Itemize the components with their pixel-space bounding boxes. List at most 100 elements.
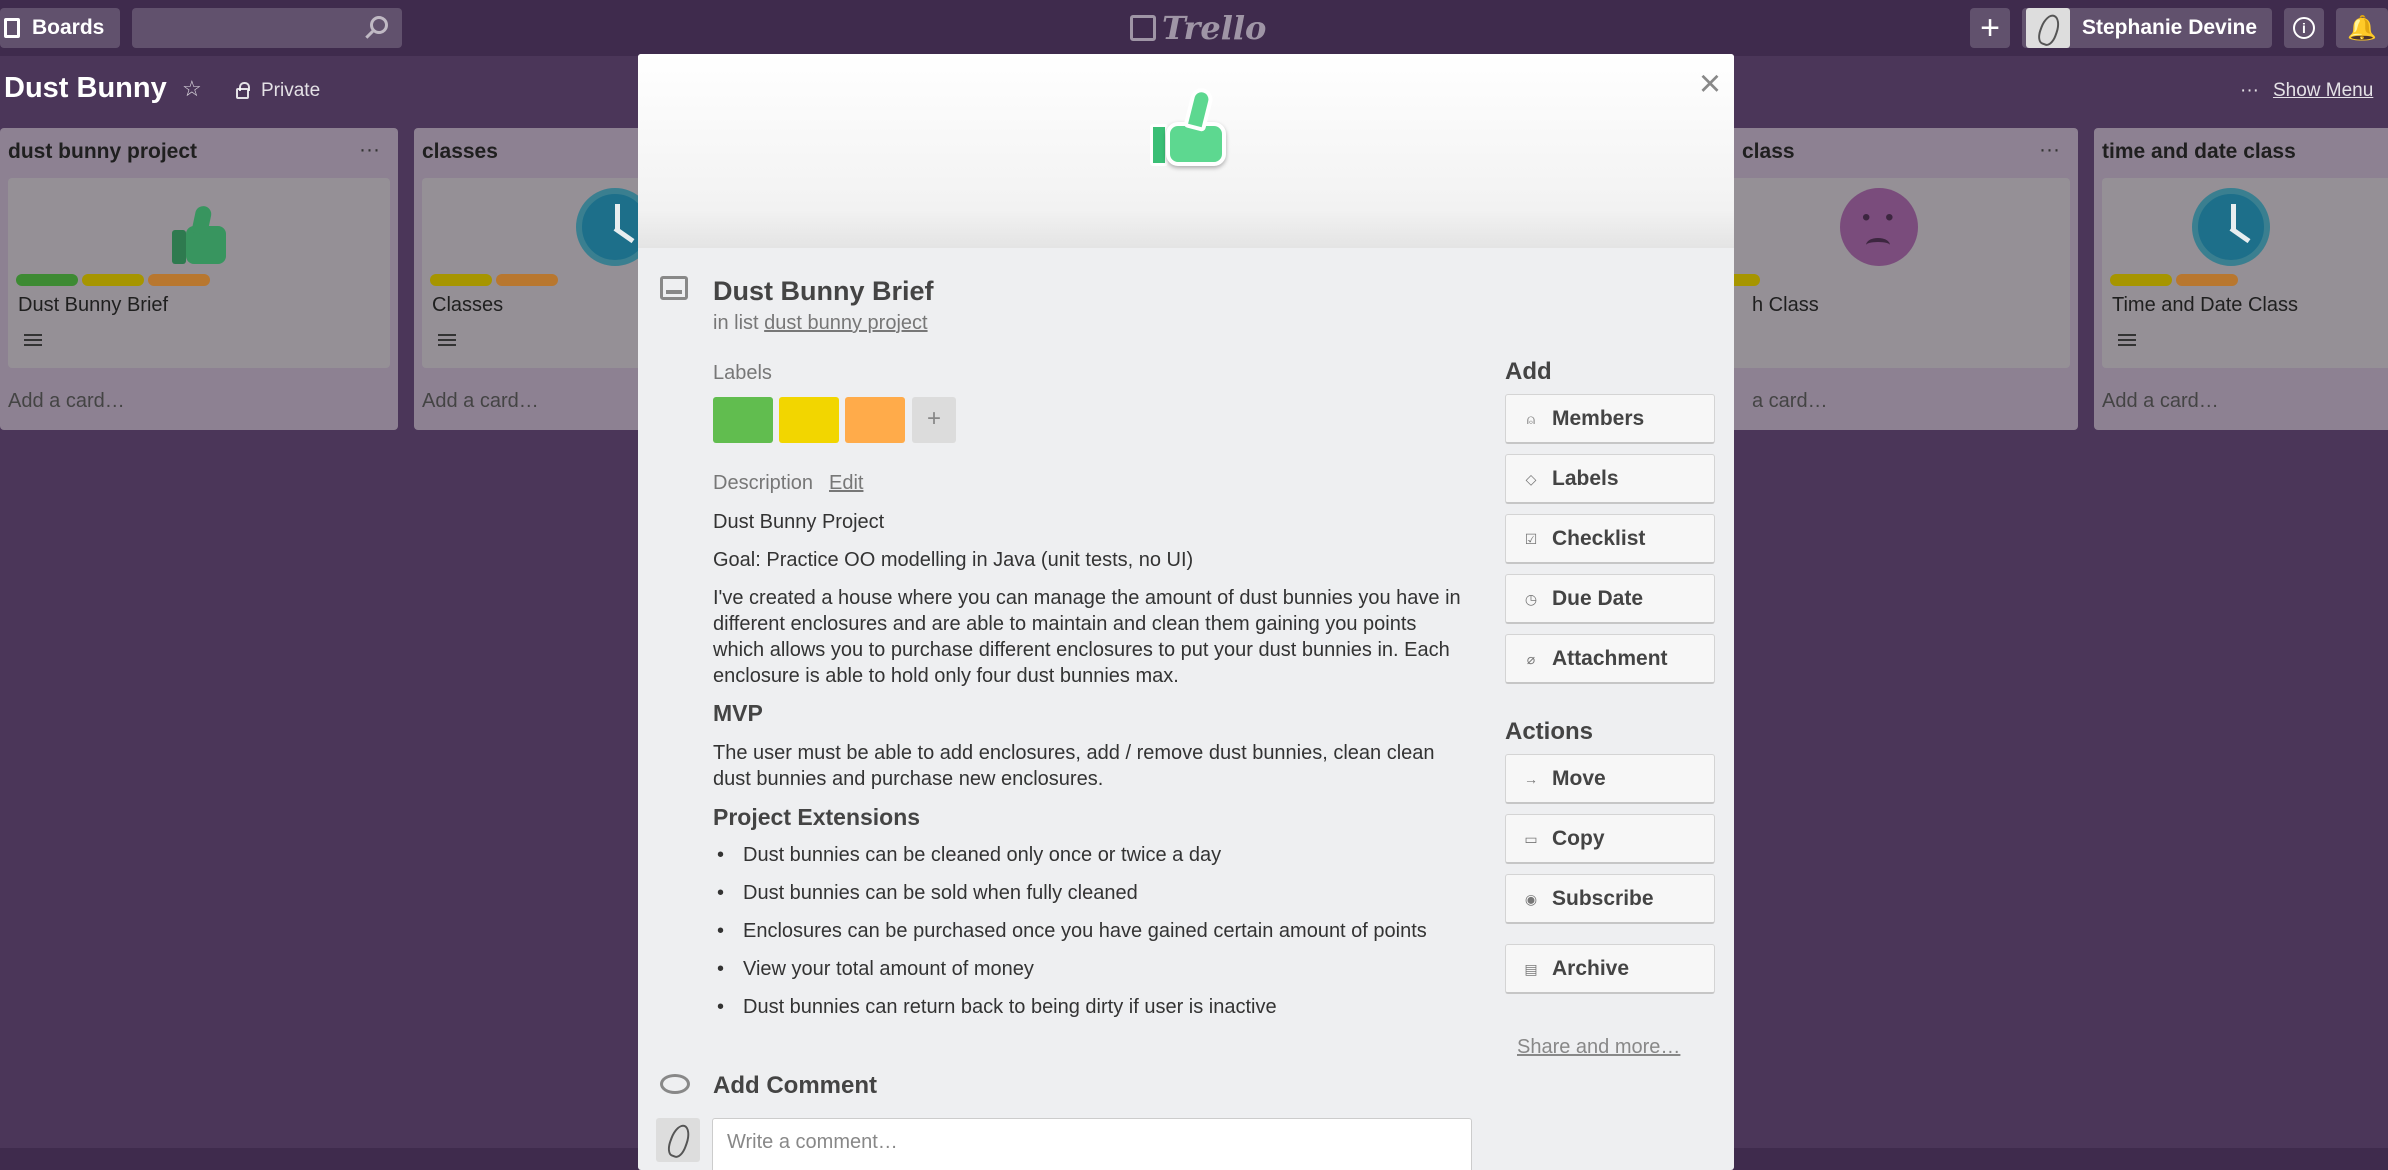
label-yellow	[2110, 274, 2172, 286]
create-button[interactable]: +	[1970, 8, 2010, 48]
button-label: Subscribe	[1552, 886, 1654, 910]
add-heading: Add	[1505, 358, 1552, 385]
info-button[interactable]: i	[2284, 8, 2324, 48]
card-time-and-date-class[interactable]: Time and Date Class	[2102, 178, 2388, 368]
add-label-button[interactable]: +	[912, 397, 956, 443]
card-dust-bunny-brief[interactable]: Dust Bunny Brief	[8, 178, 390, 368]
add-comment-heading: Add Comment	[713, 1072, 877, 1099]
lock-icon	[236, 81, 250, 99]
tag-icon: ◇	[1525, 470, 1537, 487]
list-item: Dust bunnies can be cleaned only once or…	[713, 844, 1427, 882]
labels-button[interactable]: ◇ Labels	[1505, 454, 1715, 504]
checklist-button[interactable]: ☑ Checklist	[1505, 514, 1715, 564]
add-card-link[interactable]: Add a card…	[422, 390, 539, 413]
share-and-more-link[interactable]: Share and more…	[1517, 1036, 1680, 1059]
copy-button[interactable]: ▭ Copy	[1505, 814, 1715, 864]
list-time-and-date-class: time and date class Time and Date Class …	[2094, 128, 2388, 430]
clock-icon: ◷	[1524, 590, 1538, 607]
due-date-button[interactable]: ◷ Due Date	[1505, 574, 1715, 624]
list-menu-icon[interactable]: ···	[2039, 138, 2060, 162]
archive-button[interactable]: ▤ Archive	[1505, 944, 1715, 994]
extensions-list: Dust bunnies can be cleaned only once or…	[713, 844, 1427, 1034]
description-heading: Description	[713, 472, 814, 494]
comment-input[interactable]	[712, 1118, 1472, 1170]
clock-icon	[2192, 188, 2270, 266]
star-icon[interactable]: ☆	[182, 76, 202, 102]
card-classes[interactable]: Classes	[422, 178, 654, 368]
label-orange	[496, 274, 558, 286]
add-card-link[interactable]: a card…	[1752, 390, 1828, 413]
label-orange	[2176, 274, 2238, 286]
add-card-link[interactable]: Add a card…	[8, 390, 125, 413]
card-labels	[430, 274, 558, 286]
label-orange	[148, 274, 210, 286]
card-title: Time and Date Class	[2112, 294, 2298, 316]
button-label: Copy	[1552, 826, 1605, 850]
list-dust-bunny-project: dust bunny project ··· Dust Bunny Brief …	[0, 128, 398, 430]
extensions-heading: Project Extensions	[713, 804, 921, 830]
labels-heading: Labels	[713, 362, 772, 384]
description-goal: Goal: Practice OO modelling in Java (uni…	[713, 549, 1194, 571]
subscribe-button[interactable]: ◉ Subscribe	[1505, 874, 1715, 924]
search-input[interactable]	[132, 8, 402, 48]
thumbs-up-icon	[160, 188, 238, 266]
button-label: Due Date	[1552, 586, 1644, 610]
board-title[interactable]: Dust Bunny	[4, 72, 167, 105]
user-name: Stephanie Devine	[2082, 16, 2258, 39]
list-title[interactable]: time and date class	[2102, 140, 2296, 164]
description-icon	[2118, 334, 2136, 348]
list-class: class ··· h Class a card…	[1720, 128, 2078, 430]
list-title[interactable]: classes	[422, 140, 498, 164]
search-icon[interactable]	[370, 16, 388, 34]
list-classes: classes Classes Add a card…	[414, 128, 654, 430]
card-detail-modal: × Dust Bunny Brief in list dust bunny pr…	[638, 54, 1734, 1170]
notifications-button[interactable]: 🔔	[2336, 8, 2388, 48]
avatar	[656, 1118, 700, 1162]
show-menu-link[interactable]: ··· Show Menu	[2240, 80, 2373, 102]
attachment-button[interactable]: ⌀ Attachment	[1505, 634, 1715, 684]
close-icon[interactable]: ×	[1692, 65, 1728, 103]
list-item: View your total amount of money	[713, 958, 1427, 996]
card-labels	[16, 274, 210, 286]
actions-heading: Actions	[1505, 718, 1594, 745]
list-menu-icon[interactable]: ···	[359, 138, 380, 162]
bell-icon: 🔔	[2347, 14, 2377, 42]
members-button[interactable]: ⍝ Members	[1505, 394, 1715, 444]
add-card-link[interactable]: Add a card…	[2102, 390, 2219, 413]
label-orange[interactable]	[845, 397, 905, 443]
list-title[interactable]: class	[1742, 140, 1795, 164]
label-green[interactable]	[713, 397, 773, 443]
label-yellow[interactable]	[779, 397, 839, 443]
logo-text: Trello	[1162, 9, 1267, 47]
list-item: Dust bunnies can be sold when fully clea…	[713, 882, 1427, 920]
button-label: Move	[1552, 766, 1606, 790]
list-item: Enclosures can be purchased once you hav…	[713, 920, 1427, 958]
edit-description-link[interactable]: Edit	[829, 472, 863, 495]
archive-icon: ▤	[1524, 960, 1538, 977]
move-button[interactable]: → Move	[1505, 754, 1715, 804]
label-yellow	[82, 274, 144, 286]
trello-logo[interactable]: Trello	[1130, 9, 1266, 47]
info-icon: i	[2293, 17, 2315, 39]
paperclip-icon: ⌀	[1526, 650, 1536, 667]
mvp-text: The user must be able to add enclosures,…	[713, 742, 1435, 790]
comment-icon	[660, 1074, 690, 1094]
card-class[interactable]: h Class	[1720, 178, 2070, 368]
description-paragraph: I've created a house where you can manag…	[713, 587, 1461, 687]
list-link[interactable]: dust bunny project	[764, 312, 927, 334]
trello-logo-icon	[1130, 15, 1156, 41]
more-icon: ···	[2240, 80, 2259, 101]
list-item: Dust bunnies can return back to being di…	[713, 996, 1427, 1034]
list-title[interactable]: dust bunny project	[8, 140, 197, 164]
in-list-text: in list dust bunny project	[713, 312, 928, 335]
card-title[interactable]: Dust Bunny Brief	[713, 276, 934, 307]
boards-label: Boards	[32, 16, 105, 39]
boards-button[interactable]: Boards	[0, 8, 120, 48]
user-menu-button[interactable]: Stephanie Devine	[2022, 8, 2272, 48]
card-title: Classes	[432, 294, 504, 316]
card-cover	[638, 54, 1734, 248]
copy-icon: ▭	[1524, 830, 1538, 847]
visibility-label: Private	[261, 80, 321, 101]
avatar	[2026, 8, 2070, 48]
visibility-button[interactable]: Private	[236, 80, 320, 102]
